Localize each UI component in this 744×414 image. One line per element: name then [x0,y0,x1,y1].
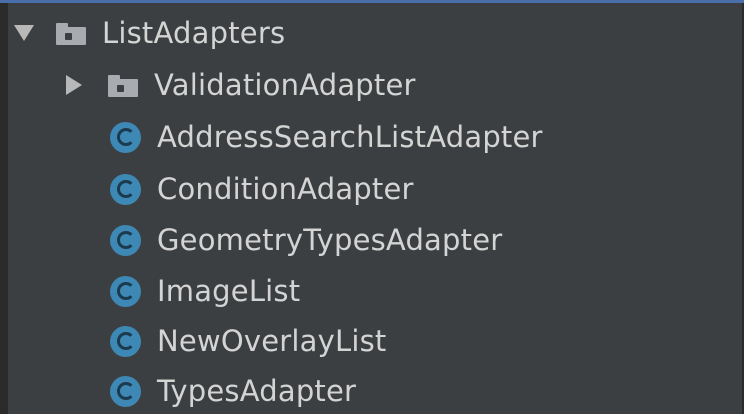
class-icon [110,275,141,307]
folder-icon [56,23,86,45]
class-icon [110,173,141,205]
tree-node-label: ConditionAdapter [157,172,414,206]
tree-node-label: ValidationAdapter [154,68,416,102]
class-icon [110,375,141,407]
tree-node-label: TypesAdapter [157,374,357,408]
folder-icon [108,75,138,97]
tree-node-label: AddressSearchListAdapter [157,120,543,154]
tree-node-imagelist[interactable]: ImageList [110,265,300,317]
class-icon [110,121,141,153]
tree-node-label: ImageList [157,274,301,308]
expand-arrow-right-icon[interactable] [66,75,82,95]
tree-node-conditionadapter[interactable]: ConditionAdapter [110,163,414,215]
tree-node-listadapters[interactable]: ListAdapters [14,7,285,59]
tree-node-label: NewOverlayList [157,324,387,358]
tree-node-label: GeometryTypesAdapter [157,223,503,257]
project-tree: ListAdapters ValidationAdapter AddressSe… [0,0,744,414]
expand-arrow-down-icon[interactable] [14,25,34,41]
class-icon [110,325,141,357]
class-icon [110,224,141,256]
tree-node-validationadapter[interactable]: ValidationAdapter [64,59,416,111]
left-edge [0,3,8,414]
tree-node-typesadapter[interactable]: TypesAdapter [110,365,356,414]
tree-node-geometrytypesadapter[interactable]: GeometryTypesAdapter [110,214,502,266]
tree-node-addresssearchlistadapter[interactable]: AddressSearchListAdapter [110,111,543,163]
tree-node-newoverlaylist[interactable]: NewOverlayList [110,315,387,367]
tree-node-label: ListAdapters [102,16,286,50]
